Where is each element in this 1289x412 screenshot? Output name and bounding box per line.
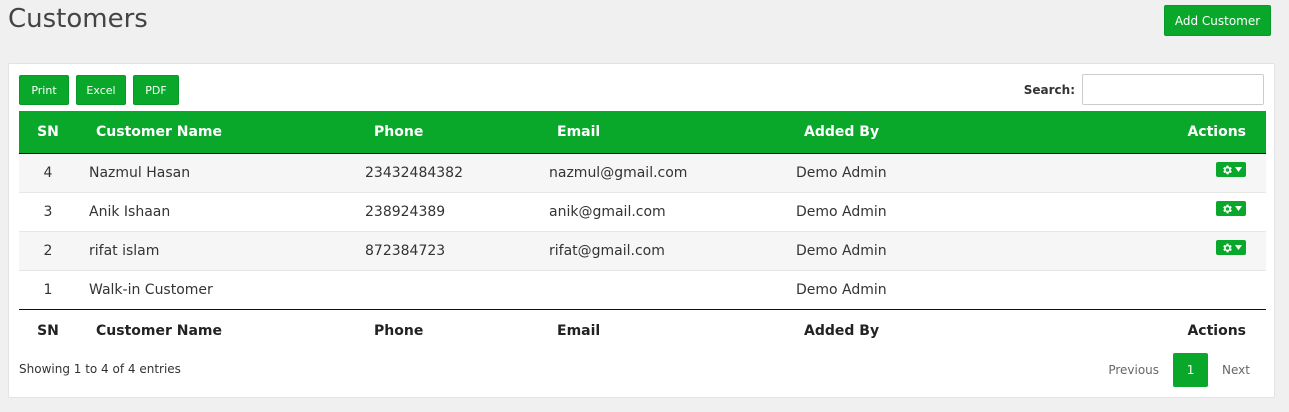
cell-email [539, 269, 786, 309]
caret-down-icon [1234, 245, 1242, 250]
table-row: 3 Anik Ishaan 238924389 anik@gmail.com Demo … [19, 191, 1266, 231]
cell-actions [1086, 191, 1266, 231]
search-box: Search: [1024, 74, 1264, 105]
table-info: Showing 1 to 4 of 4 entries [19, 362, 181, 376]
footer-customer-name: Customer Name [77, 308, 355, 352]
cell-added-by: Demo Admin [786, 191, 1086, 231]
header-added-by[interactable]: Added By [786, 111, 1086, 154]
gear-icon [1221, 164, 1233, 176]
table-header-row: SN Customer Name Phone Email Added By Ac… [19, 111, 1266, 154]
footer-email: Email [539, 308, 786, 352]
header-phone[interactable]: Phone [355, 111, 539, 154]
pagination-next[interactable]: Next [1208, 353, 1264, 387]
cell-sn: 1 [19, 269, 77, 309]
table-row: 4 Nazmul Hasan 23432484382 nazmul@gmail.com… [19, 153, 1266, 192]
print-button[interactable]: Print [19, 75, 69, 105]
caret-down-icon [1234, 206, 1242, 211]
cell-phone [355, 269, 539, 309]
cell-customer-name: Nazmul Hasan [89, 164, 191, 181]
table-row: 1 Walk-in Customer Demo Admin [19, 269, 1266, 309]
cell-customer-name: rifat islam [77, 230, 355, 270]
header-actions[interactable]: Actions [1086, 111, 1266, 154]
caret-down-icon [1234, 167, 1242, 172]
actions-dropdown-button[interactable] [1216, 162, 1246, 177]
gear-icon [1221, 242, 1233, 254]
header-sn[interactable]: SN [19, 111, 77, 154]
actions-dropdown-button[interactable] [1216, 201, 1246, 216]
footer-sn: SN [19, 308, 77, 352]
table-row: 2 rifat islam 872384723 rifat@gmail.com Demo… [19, 230, 1266, 270]
cell-actions [1086, 230, 1266, 270]
cell-added-by: Demo Admin [786, 269, 1086, 309]
cell-actions [1086, 269, 1266, 309]
cell-sn: 4 [43, 164, 53, 181]
footer-added-by: Added By [786, 308, 1086, 352]
pdf-button[interactable]: PDF [133, 75, 179, 105]
header-customer-name[interactable]: Customer Name [77, 111, 355, 154]
pagination-previous[interactable]: Previous [1094, 353, 1173, 387]
header-email[interactable]: Email [539, 111, 786, 154]
pagination-page-1[interactable]: 1 [1173, 353, 1209, 387]
cell-email: nazmul@gmail.com [549, 164, 688, 181]
cell-phone: 872384723 [355, 230, 539, 270]
table-footer-row: SN Customer Name Phone Email Added By Ac… [19, 308, 1266, 352]
cell-added-by: Demo Admin [786, 230, 1086, 270]
cell-phone: 238924389 [355, 191, 539, 231]
cell-actions [1086, 153, 1266, 192]
add-customer-button[interactable]: Add Customer [1164, 5, 1271, 36]
cell-sn: 2 [19, 230, 77, 270]
search-label: Search: [1023, 82, 1075, 97]
cell-customer-name: Anik Ishaan [77, 191, 355, 231]
cell-added-by: Demo Admin [796, 164, 887, 181]
pagination: Previous 1 Next [1094, 353, 1264, 387]
customers-panel: Print Excel PDF Search: SN Customer Name… [8, 63, 1275, 398]
table-body: 4 Nazmul Hasan 23432484382 nazmul@gmail.com… [19, 153, 1266, 309]
footer-phone: Phone [355, 308, 539, 352]
gear-icon [1221, 203, 1233, 215]
cell-sn: 3 [19, 191, 77, 231]
page-title: Customers [8, 4, 148, 34]
actions-dropdown-button[interactable] [1216, 240, 1246, 255]
search-input[interactable] [1082, 74, 1264, 105]
footer-actions: Actions [1086, 308, 1266, 352]
cell-email: anik@gmail.com [539, 191, 786, 231]
cell-email: rifat@gmail.com [539, 230, 786, 270]
customers-table: SN Customer Name Phone Email Added By Ac… [19, 111, 1266, 352]
excel-button[interactable]: Excel [76, 75, 126, 105]
cell-phone: 23432484382 [365, 164, 463, 181]
export-buttons: Print Excel PDF [19, 75, 179, 105]
cell-customer-name: Walk-in Customer [77, 269, 355, 309]
